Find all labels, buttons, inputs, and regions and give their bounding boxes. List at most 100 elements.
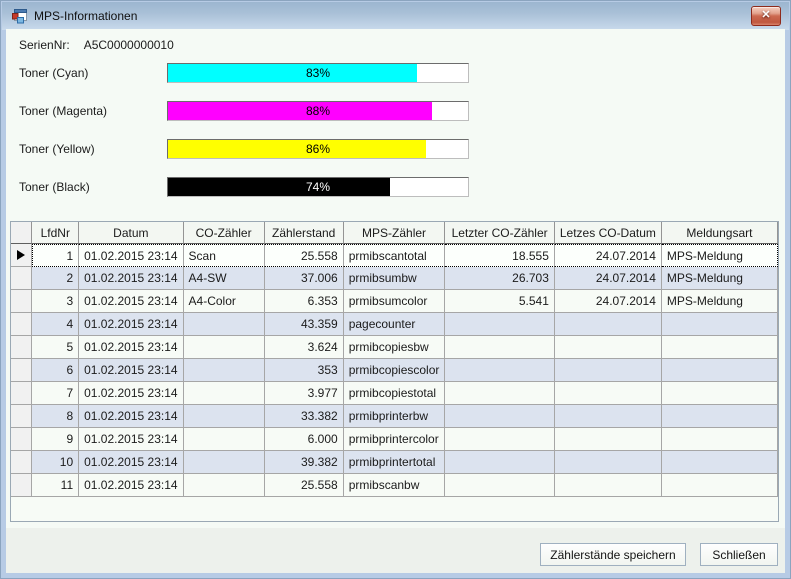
cell[interactable]: 01.02.2015 23:14 <box>79 244 183 267</box>
cell[interactable] <box>555 313 662 336</box>
cell[interactable]: 39.382 <box>265 451 344 474</box>
cell[interactable]: 01.02.2015 23:14 <box>79 336 183 359</box>
row-selector-cell[interactable] <box>11 474 32 497</box>
cell[interactable]: 7 <box>32 382 79 405</box>
cell[interactable] <box>662 359 778 382</box>
cell[interactable]: 24.07.2014 <box>555 290 662 313</box>
row-selector-cell[interactable] <box>11 359 32 382</box>
cell[interactable] <box>445 405 554 428</box>
cell[interactable]: 6.000 <box>265 428 344 451</box>
table-row[interactable]: 901.02.2015 23:14 6.000prmibprintercolor <box>11 428 778 451</box>
cell[interactable]: prmibcopiescolor <box>344 359 446 382</box>
cell[interactable] <box>184 359 265 382</box>
cell[interactable]: 01.02.2015 23:14 <box>79 428 183 451</box>
close-dialog-button[interactable]: Schließen <box>700 543 778 566</box>
cell[interactable] <box>662 313 778 336</box>
cell[interactable]: 8 <box>32 405 79 428</box>
cell[interactable] <box>184 451 265 474</box>
cell[interactable]: 9 <box>32 428 79 451</box>
cell[interactable]: prmibprintertotal <box>344 451 446 474</box>
titlebar[interactable]: MPS-Informationen ✕ <box>2 2 789 30</box>
column-header[interactable]: CO-Zähler <box>184 222 265 244</box>
cell[interactable] <box>555 336 662 359</box>
column-header[interactable]: MPS-Zähler <box>344 222 446 244</box>
table-row[interactable]: 701.02.2015 23:143.977prmibcopiestotal <box>11 382 778 405</box>
cell[interactable]: MPS-Meldung <box>662 267 778 290</box>
cell[interactable]: prmibsumbw <box>344 267 446 290</box>
cell[interactable]: 11 <box>32 474 79 497</box>
column-header[interactable]: Letzter CO-Zähler <box>445 222 554 244</box>
column-header[interactable]: Datum <box>79 222 183 244</box>
cell[interactable]: 24.07.2014 <box>555 244 662 267</box>
cell[interactable]: 10 <box>32 451 79 474</box>
row-selector-header[interactable] <box>11 222 32 244</box>
cell[interactable] <box>445 313 554 336</box>
cell[interactable]: A4-Color <box>184 290 265 313</box>
table-row[interactable]: 301.02.2015 23:14A4-Color6.353prmibsumco… <box>11 290 778 313</box>
row-selector-cell[interactable] <box>11 267 32 290</box>
row-selector-cell[interactable] <box>11 405 32 428</box>
cell[interactable]: 43.359 <box>265 313 344 336</box>
cell[interactable]: 37.006 <box>265 267 344 290</box>
cell[interactable] <box>662 428 778 451</box>
row-selector-cell[interactable] <box>11 451 32 474</box>
row-selector-cell[interactable] <box>11 428 32 451</box>
cell[interactable] <box>555 428 662 451</box>
cell[interactable] <box>662 336 778 359</box>
cell[interactable] <box>445 451 554 474</box>
cell[interactable] <box>445 336 554 359</box>
cell[interactable]: 01.02.2015 23:14 <box>79 382 183 405</box>
cell[interactable]: prmibcopiestotal <box>344 382 446 405</box>
cell[interactable]: pagecounter <box>344 313 446 336</box>
cell[interactable]: A4-SW <box>184 267 265 290</box>
cell[interactable]: prmibscantotal <box>344 244 446 267</box>
cell[interactable]: 6.353 <box>265 290 344 313</box>
column-header[interactable]: Zählerstand <box>265 222 344 244</box>
cell[interactable] <box>662 405 778 428</box>
cell[interactable]: prmibcopiesbw <box>344 336 446 359</box>
cell[interactable]: 3.624 <box>265 336 344 359</box>
table-row[interactable]: 801.02.2015 23:1433.382prmibprinterbw <box>11 405 778 428</box>
cell[interactable]: 1 <box>32 244 79 267</box>
cell[interactable]: prmibsumcolor <box>344 290 446 313</box>
cell[interactable]: 18.555 <box>445 244 554 267</box>
cell[interactable] <box>555 451 662 474</box>
cell[interactable]: 24.07.2014 <box>555 267 662 290</box>
cell[interactable] <box>555 474 662 497</box>
cell[interactable] <box>662 474 778 497</box>
row-selector-cell[interactable] <box>11 290 32 313</box>
cell[interactable] <box>445 474 554 497</box>
cell[interactable]: 26.703 <box>445 267 554 290</box>
table-row[interactable]: 401.02.2015 23:1443.359pagecounter <box>11 313 778 336</box>
row-selector-cell[interactable] <box>11 244 32 267</box>
cell[interactable] <box>662 451 778 474</box>
cell[interactable]: 01.02.2015 23:14 <box>79 290 183 313</box>
cell[interactable]: prmibscanbw <box>344 474 446 497</box>
table-row[interactable]: 1001.02.2015 23:14 39.382prmibprintertota… <box>11 451 778 474</box>
cell[interactable]: 01.02.2015 23:14 <box>79 451 183 474</box>
cell[interactable]: 5.541 <box>445 290 554 313</box>
cell[interactable]: 01.02.2015 23:14 <box>79 267 183 290</box>
cell[interactable]: 01.02.2015 23:14 <box>79 313 183 336</box>
cell[interactable]: 25.558 <box>265 244 344 267</box>
column-header[interactable]: Meldungsart <box>662 222 778 244</box>
table-row[interactable]: 501.02.2015 23:143.624prmibcopiesbw <box>11 336 778 359</box>
close-icon[interactable]: ✕ <box>751 6 781 26</box>
cell[interactable]: 33.382 <box>265 405 344 428</box>
table-row[interactable]: 1101.02.2015 23:1425.558prmibscanbw <box>11 474 778 497</box>
table-row[interactable]: 201.02.2015 23:14A4-SW37.006prmibsumbw26… <box>11 267 778 290</box>
cell[interactable]: prmibprintercolor <box>344 428 446 451</box>
cell[interactable]: Scan <box>184 244 265 267</box>
cell[interactable]: 353 <box>265 359 344 382</box>
cell[interactable]: MPS-Meldung <box>662 244 778 267</box>
cell[interactable]: 3 <box>32 290 79 313</box>
cell[interactable]: MPS-Meldung <box>662 290 778 313</box>
cell[interactable] <box>445 428 554 451</box>
row-selector-cell[interactable] <box>11 313 32 336</box>
cell[interactable]: prmibprinterbw <box>344 405 446 428</box>
cell[interactable] <box>184 336 265 359</box>
cell[interactable]: 01.02.2015 23:14 <box>79 474 183 497</box>
cell[interactable] <box>555 382 662 405</box>
cell[interactable] <box>184 382 265 405</box>
cell[interactable] <box>184 313 265 336</box>
